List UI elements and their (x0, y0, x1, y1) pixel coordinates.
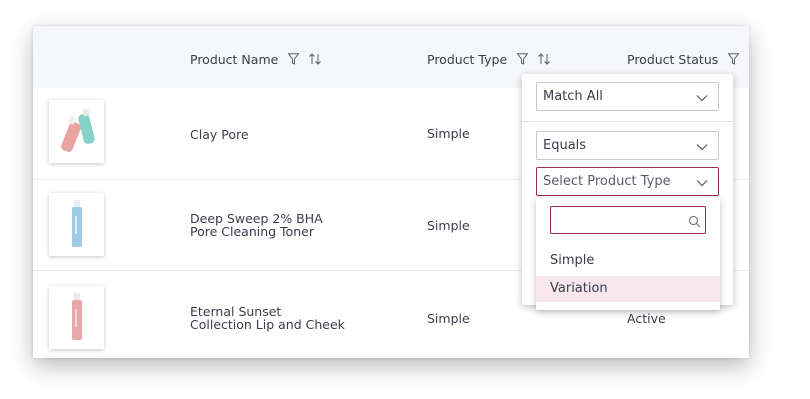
product-type-options-dropdown: Simple Variation (536, 198, 720, 310)
operator-select[interactable]: Equals (536, 131, 719, 160)
column-header-product-status[interactable]: Product Status (627, 52, 740, 68)
filter-icon[interactable] (516, 53, 529, 68)
product-type: Simple (427, 126, 470, 141)
column-header-product-name[interactable]: Product Name (190, 52, 322, 68)
search-icon (688, 213, 701, 232)
option-simple[interactable]: Simple (536, 248, 720, 274)
column-header-product-type[interactable]: Product Type (427, 52, 551, 68)
chevron-down-icon (696, 140, 708, 155)
product-thumbnail (49, 286, 104, 349)
filter-icon[interactable] (727, 53, 740, 68)
product-name: Clay Pore (190, 127, 249, 142)
product-thumbnail (49, 193, 104, 256)
filter-icon[interactable] (287, 53, 300, 68)
product-type-placeholder: Select Product Type (543, 174, 671, 189)
product-name-line2: Collection Lip and Cheek (190, 317, 345, 332)
sort-icon[interactable] (537, 53, 551, 68)
product-thumbnail (49, 100, 104, 163)
chevron-down-icon (696, 91, 708, 106)
product-type-select[interactable]: Select Product Type (536, 167, 719, 196)
product-status: Active (627, 311, 666, 326)
sort-icon[interactable] (308, 53, 322, 68)
product-type: Simple (427, 218, 470, 233)
column-label: Product Type (427, 52, 508, 67)
product-name-line2: Pore Cleaning Toner (190, 224, 314, 239)
match-mode-value: Match All (543, 89, 603, 104)
operator-value: Equals (543, 138, 587, 153)
options-search-input[interactable] (550, 206, 706, 234)
product-type: Simple (427, 311, 470, 326)
column-label: Product Name (190, 52, 279, 67)
divider (522, 121, 733, 122)
match-mode-select[interactable]: Match All (536, 82, 719, 111)
chevron-down-icon (696, 176, 708, 191)
option-variation[interactable]: Variation (536, 276, 720, 302)
column-label: Product Status (627, 52, 719, 67)
